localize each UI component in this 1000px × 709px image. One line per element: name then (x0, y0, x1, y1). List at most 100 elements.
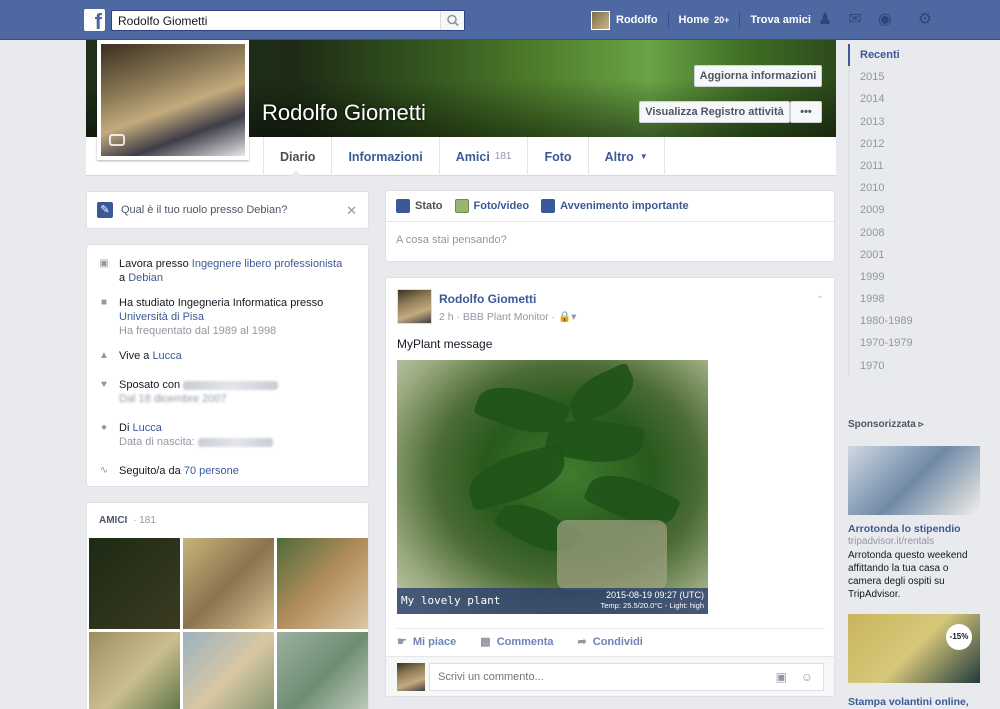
notifications-icon[interactable]: ◉ (876, 11, 894, 29)
plant-pot (557, 520, 667, 590)
comment-avatar (397, 663, 425, 691)
more-options-button[interactable]: ••• (790, 101, 822, 123)
nav-profile-link[interactable]: Rodolfo (616, 14, 658, 26)
friend-thumbnail[interactable] (89, 632, 180, 709)
share-button[interactable]: ➦ Condividi (577, 635, 643, 649)
comment-input[interactable] (430, 664, 760, 690)
lock-icon[interactable]: 🔒▾ (558, 311, 576, 323)
role-prompt-card[interactable]: ✎ Qual è il tuo ruolo presso Debian? ✕ (86, 191, 369, 229)
year-link[interactable]: 2013 (848, 110, 958, 133)
close-icon[interactable]: ✕ (346, 203, 357, 219)
profile-name[interactable]: Rodolfo Giometti (262, 100, 426, 126)
lives-item: ▲ Vive a Lucca (97, 349, 358, 363)
home-badge: 20+ (714, 15, 730, 25)
top-bar: f Rodolfo Home 20+ Trova amici ♟ ✉ ◉ ⚙ (0, 0, 1000, 40)
messages-icon[interactable]: ✉ (846, 11, 864, 29)
tab-amici[interactable]: Amici 181 (438, 137, 528, 176)
year-link[interactable]: 2008 (848, 221, 958, 244)
facebook-logo-icon[interactable]: f (84, 9, 105, 31)
friends-count: 181 (494, 151, 512, 162)
work-role-link[interactable]: Ingegnere libero professionista (192, 258, 342, 270)
plant-leaf (463, 442, 571, 512)
user-avatar[interactable] (591, 10, 610, 30)
blurred-spouse-name (183, 380, 279, 390)
friends-title-label[interactable]: AMICI (99, 515, 127, 526)
post-author-link[interactable]: Rodolfo Giometti (439, 292, 536, 306)
lives-prefix: Vive a (119, 350, 153, 362)
year-link[interactable]: 1970 (848, 354, 958, 377)
lives-city-link[interactable]: Lucca (152, 350, 181, 362)
role-prompt-text[interactable]: Qual è il tuo ruolo presso Debian? (121, 204, 287, 216)
nav-home-link[interactable]: Home (679, 14, 710, 26)
friend-thumbnail[interactable] (89, 538, 180, 629)
composer-input[interactable]: A cosa stai pensando? (386, 222, 834, 258)
top-nav: Rodolfo Home 20+ Trova amici (591, 0, 811, 40)
year-link[interactable]: 1970-1979 (848, 332, 958, 355)
post-author-avatar[interactable] (397, 289, 432, 324)
year-link[interactable]: 2015 (848, 66, 958, 89)
from-city-link[interactable]: Lucca (132, 422, 161, 434)
search-button[interactable] (440, 11, 464, 30)
comment-field: ▣ ☺ (429, 663, 824, 691)
composer-tab-label: Foto/video (473, 200, 530, 212)
year-link[interactable]: 1998 (848, 288, 958, 311)
nav-find-friends-link[interactable]: Trova amici (750, 14, 811, 26)
megaphone-icon[interactable]: ▹ (919, 419, 924, 430)
nav-divider (739, 12, 741, 28)
friend-requests-icon[interactable]: ♟ (816, 11, 834, 29)
friends-title[interactable]: AMICI · 181 (99, 515, 156, 526)
ad-title[interactable]: Arrotonda lo stipendio (848, 523, 980, 535)
activity-log-button[interactable]: Visualizza Registro attività (639, 101, 790, 123)
privacy-lock-icon[interactable]: ⚙ (916, 11, 934, 29)
search-icon (447, 14, 459, 27)
comment-button[interactable]: ▩ Commenta (480, 635, 553, 649)
share-arrow-icon: ➦ (577, 636, 587, 648)
year-link[interactable]: 2009 (848, 199, 958, 222)
work-company-link[interactable]: Debian (128, 272, 163, 284)
tab-foto[interactable]: Foto (527, 137, 587, 176)
pencil-icon: ✎ (97, 202, 113, 218)
search-input[interactable] (112, 11, 432, 30)
chevron-down-icon[interactable]: ⌄ (816, 290, 824, 301)
year-link[interactable]: 2011 (848, 154, 958, 178)
emoji-icon[interactable]: ☺ (801, 670, 813, 684)
like-label: Mi piace (412, 635, 457, 648)
composer-tab-life-event[interactable]: Avvenimento importante (541, 199, 689, 213)
composer-tab-status[interactable]: Stato (396, 199, 443, 213)
year-link[interactable]: 2014 (848, 88, 958, 111)
post-photo[interactable]: My lovely plant 2015-08-19 09:27 (UTC) T… (397, 360, 708, 614)
camera-icon[interactable] (109, 134, 125, 146)
school-link[interactable]: Università di Pisa (119, 311, 204, 323)
ad-image[interactable]: -15% (848, 614, 980, 683)
from-prefix: Di (119, 422, 133, 434)
tab-altro[interactable]: Altro ▼ (587, 137, 665, 176)
friend-thumbnail[interactable] (277, 632, 368, 709)
friend-thumbnail[interactable] (183, 538, 274, 629)
friend-thumbnail[interactable] (183, 632, 274, 709)
year-link[interactable]: 2001 (848, 243, 958, 266)
ad-text: Arrotonda questo weekend affittando la t… (848, 550, 968, 600)
update-info-button[interactable]: Aggiorna informazioni (694, 65, 822, 87)
sponsored-label: Sponsorizzata (848, 419, 916, 430)
year-link[interactable]: 1999 (848, 265, 958, 289)
education-item: ■ Ha studiato Ingegneria Informatica pre… (97, 296, 358, 338)
friend-thumbnail[interactable] (277, 538, 368, 629)
composer-tab-photo[interactable]: Foto/video (454, 199, 530, 213)
post-meta-text[interactable]: 2 h · BBB Plant Monitor · (439, 311, 558, 323)
ad-image[interactable] (848, 446, 980, 515)
profile-picture[interactable] (97, 40, 249, 160)
like-button[interactable]: ☛ Mi piace (397, 635, 457, 649)
tab-informazioni[interactable]: Informazioni (331, 137, 438, 176)
followers-link[interactable]: 70 persone (184, 465, 239, 477)
year-link[interactable]: 2010 (848, 177, 958, 200)
tab-label: Altro (604, 149, 634, 164)
composer-tab-label: Stato (415, 200, 443, 212)
camera-icon[interactable]: ▣ (776, 670, 787, 684)
year-link[interactable]: 2012 (848, 132, 958, 155)
ad-item[interactable]: -15% Stampa volantini online, s... (848, 614, 980, 709)
year-link[interactable]: 1980-1989 (848, 310, 958, 333)
discount-badge: -15% (946, 624, 972, 650)
year-link[interactable]: Recenti (848, 44, 958, 67)
ad-title[interactable]: Stampa volantini online, s... (848, 696, 980, 709)
ad-item[interactable]: Arrotonda lo stipendio tripadvisor.it/re… (848, 446, 980, 601)
